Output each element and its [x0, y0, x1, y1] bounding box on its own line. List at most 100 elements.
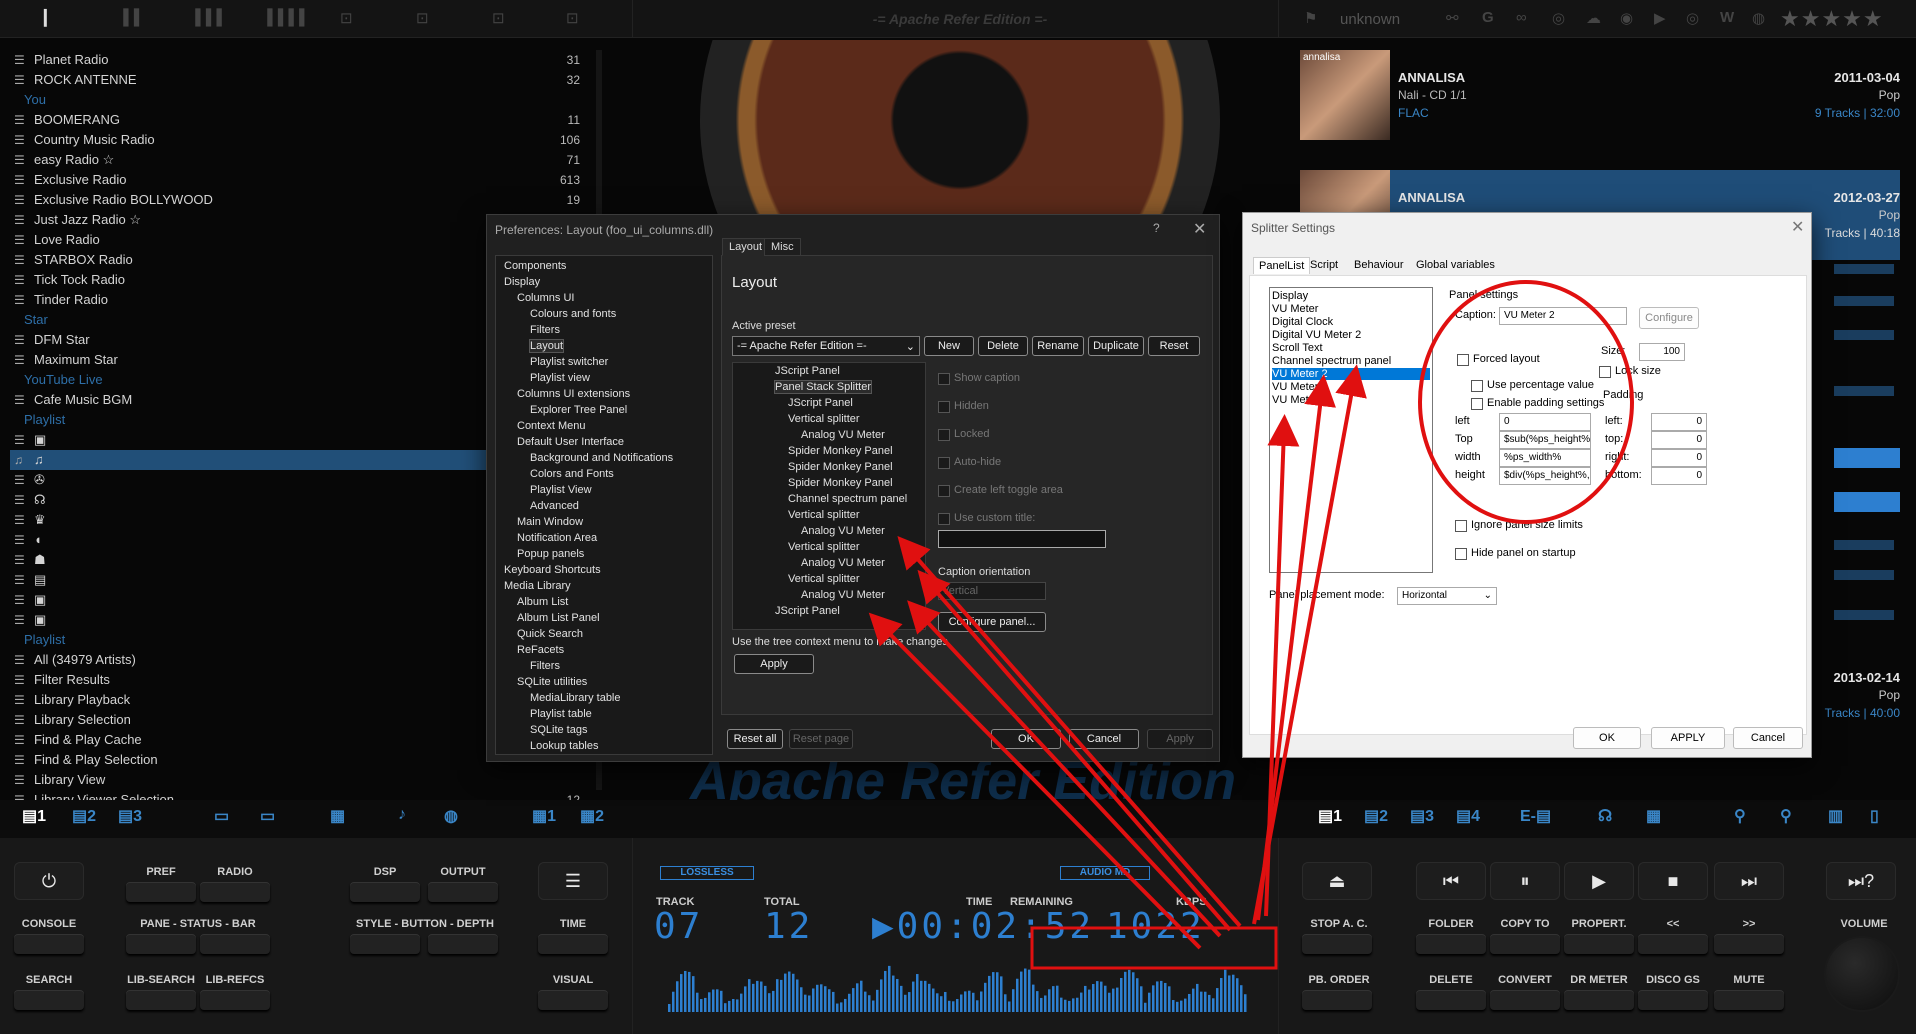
- pin-icon[interactable]: ⚲: [1734, 806, 1746, 826]
- pane-button[interactable]: [126, 934, 196, 954]
- tree-node[interactable]: Playlist table: [530, 708, 592, 720]
- locked-checkbox[interactable]: Locked: [938, 428, 989, 441]
- folder-icon[interactable]: ▭: [214, 806, 229, 826]
- rating-stars[interactable]: ★★★★★: [1780, 6, 1884, 32]
- tab-layout[interactable]: Layout: [722, 238, 770, 256]
- layout-node[interactable]: JScript Panel: [775, 365, 840, 377]
- rename-button[interactable]: Rename: [1032, 336, 1084, 356]
- group-header[interactable]: You: [10, 90, 580, 110]
- top-input[interactable]: $sub(%ps_height%,$: [1499, 431, 1591, 449]
- panel-list-item[interactable]: VU Meter 4: [1272, 394, 1430, 406]
- radio-icon[interactable]: ▦: [330, 806, 345, 826]
- tree-node[interactable]: Background and Notifications: [530, 452, 673, 464]
- help-button[interactable]: ⏭?: [1826, 862, 1896, 900]
- output-button[interactable]: [428, 882, 498, 902]
- lib-search-button[interactable]: [126, 990, 196, 1010]
- close-icon[interactable]: ✕: [1791, 217, 1804, 237]
- caption-input[interactable]: VU Meter 2: [1499, 307, 1627, 325]
- lastfm-icon[interactable]: ∞: [1516, 9, 1527, 26]
- list-item[interactable]: ☰ ROCK ANTENNE 32: [10, 70, 580, 90]
- tree-node[interactable]: Notification Area: [517, 532, 597, 544]
- power-button[interactable]: ⏻: [14, 862, 84, 900]
- duplicate-button[interactable]: Duplicate: [1088, 336, 1144, 356]
- layout-node[interactable]: JScript Panel: [788, 397, 853, 409]
- console-button[interactable]: [14, 934, 84, 954]
- pb-order-button[interactable]: [1302, 990, 1372, 1010]
- ok-button[interactable]: OK: [1573, 727, 1641, 749]
- use-percentage-checkbox[interactable]: Use percentage value: [1471, 379, 1594, 392]
- search-button[interactable]: [14, 990, 84, 1010]
- apply-dialog-button[interactable]: Apply: [1147, 729, 1213, 749]
- panel-list-item[interactable]: Scroll Text: [1272, 342, 1430, 354]
- trash-icon[interactable]: ▥: [1828, 806, 1843, 826]
- caption-orientation-select[interactable]: Vertical: [938, 582, 1046, 600]
- layout-node[interactable]: Channel spectrum panel: [788, 493, 907, 505]
- tree-node[interactable]: Colours and fonts: [530, 308, 616, 320]
- tab-r4[interactable]: ▤4: [1456, 806, 1480, 826]
- tab-1[interactable]: ▤1: [22, 806, 46, 826]
- tree-node[interactable]: Album List: [517, 596, 568, 608]
- wikipedia-icon[interactable]: W: [1720, 9, 1734, 26]
- custom-title-input[interactable]: [938, 530, 1106, 548]
- panel-list-item[interactable]: Digital Clock: [1272, 316, 1430, 328]
- tree-node[interactable]: Explorer Tree Panel: [530, 404, 627, 416]
- youtube-icon[interactable]: ▶: [1654, 9, 1666, 27]
- layout-3-icon[interactable]: ▐▐▐: [190, 9, 222, 26]
- square-icon[interactable]: ⊡: [416, 9, 429, 27]
- configure-button[interactable]: Configure: [1639, 307, 1699, 329]
- tab-panellist[interactable]: PanelList: [1253, 257, 1311, 274]
- google-icon[interactable]: G: [1482, 9, 1494, 26]
- list-item[interactable]: ☰ easy Radio ☆ 71: [10, 150, 580, 170]
- panel-list-item[interactable]: Digital VU Meter 2: [1272, 329, 1430, 341]
- cancel-button[interactable]: Cancel: [1069, 729, 1139, 749]
- lib-refcs-button[interactable]: [200, 990, 270, 1010]
- lock-size-checkbox[interactable]: Lock size: [1599, 365, 1661, 378]
- tab-behaviour[interactable]: Behaviour: [1349, 257, 1409, 273]
- tree-node[interactable]: MediaLibrary table: [530, 692, 621, 704]
- layout-node[interactable]: Spider Monkey Panel: [788, 477, 893, 489]
- soundcloud-icon[interactable]: ☁: [1586, 9, 1601, 27]
- clipboard-icon[interactable]: ▯: [1870, 806, 1879, 826]
- layout-node[interactable]: Analog VU Meter: [801, 525, 885, 537]
- layout-node[interactable]: Vertical splitter: [788, 573, 860, 585]
- tree-node[interactable]: Quick Search: [517, 628, 583, 640]
- layout-1-icon[interactable]: ▎: [44, 9, 56, 27]
- flag-icon[interactable]: ⚑: [1304, 9, 1317, 27]
- style-button[interactable]: [350, 934, 420, 954]
- tree-node[interactable]: Playlist switcher: [530, 356, 608, 368]
- headphones-icon[interactable]: ☊: [1598, 806, 1612, 826]
- panel-list-item[interactable]: VU Meter 3: [1272, 381, 1430, 393]
- ignore-limits-checkbox[interactable]: Ignore panel size limits: [1455, 519, 1583, 532]
- tree-node[interactable]: Display: [504, 276, 540, 288]
- status-bar-button[interactable]: [200, 934, 270, 954]
- width-input[interactable]: %ps_width%: [1499, 449, 1591, 467]
- tab-r1[interactable]: ▤1: [1318, 806, 1342, 826]
- size-input[interactable]: 100: [1639, 343, 1685, 361]
- tree-node[interactable]: Main Window: [517, 516, 583, 528]
- spotify-icon[interactable]: ◉: [1620, 9, 1633, 27]
- layout-node[interactable]: Panel Stack Splitter: [774, 380, 872, 394]
- square-2-icon[interactable]: ⊡: [566, 9, 579, 27]
- layout-node[interactable]: Analog VU Meter: [801, 429, 885, 441]
- pad-top-input[interactable]: 0: [1651, 431, 1707, 449]
- configure-panel-button[interactable]: Configure panel...: [938, 612, 1046, 632]
- list-item[interactable]: ☰ BOOMERANG 11: [10, 110, 580, 130]
- visual-button[interactable]: [538, 990, 608, 1010]
- copy-to-button[interactable]: [1490, 934, 1560, 954]
- cancel-button[interactable]: Cancel: [1733, 727, 1803, 749]
- tree-node[interactable]: Playlist View: [530, 484, 592, 496]
- pad-bottom-input[interactable]: 0: [1651, 467, 1707, 485]
- list-item[interactable]: ☰ Exclusive Radio 613: [10, 170, 580, 190]
- tree-node[interactable]: Filters: [530, 324, 560, 336]
- hide-on-startup-checkbox[interactable]: Hide panel on startup: [1455, 547, 1576, 560]
- height-input[interactable]: $div(%ps_height%,3): [1499, 467, 1591, 485]
- time-button[interactable]: [538, 934, 608, 954]
- depth-button[interactable]: [428, 934, 498, 954]
- music-icon[interactable]: ♪: [398, 806, 406, 824]
- apply-button[interactable]: APPLY: [1651, 727, 1725, 749]
- tree-node[interactable]: Playlist view: [530, 372, 590, 384]
- tree-node[interactable]: Advanced: [530, 500, 579, 512]
- tab-global-variables[interactable]: Global variables: [1411, 257, 1500, 273]
- target-icon[interactable]: ◎: [1686, 9, 1699, 27]
- layout-node[interactable]: Spider Monkey Panel: [788, 461, 893, 473]
